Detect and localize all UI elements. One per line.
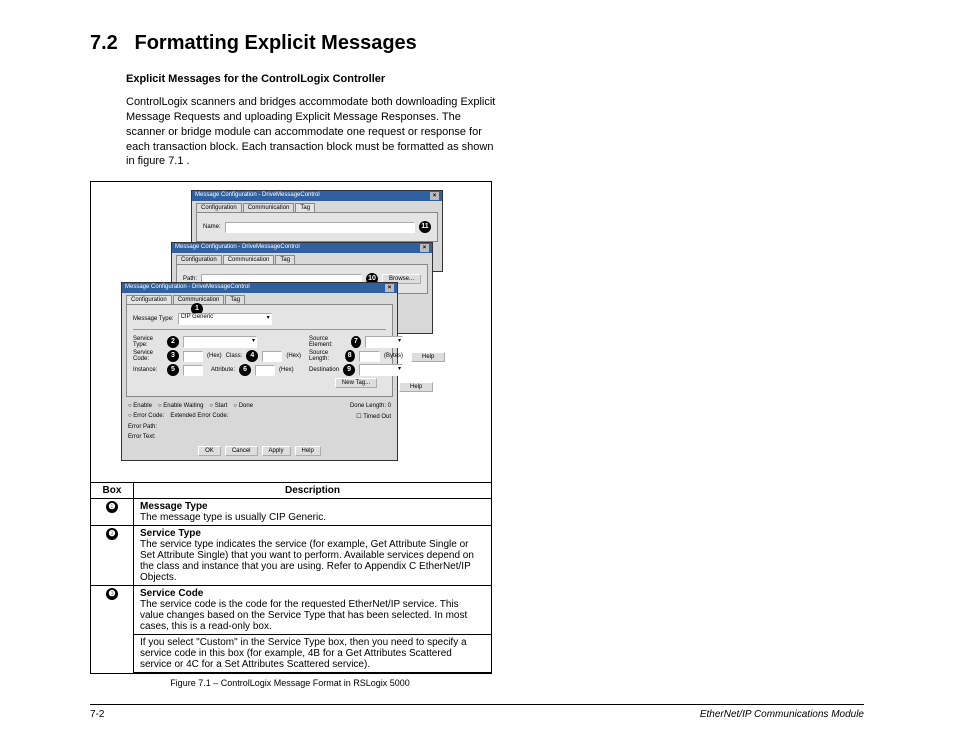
new-tag-button[interactable]: New Tag... [335, 378, 377, 388]
status-ext-error-code: Extended Error Code: [170, 413, 228, 420]
document-title: EtherNet/IP Communications Module [700, 709, 864, 720]
callout-7: 7 [351, 336, 361, 348]
service-code-label: Service Code: [133, 350, 163, 362]
hex-label2: (Hex) [286, 353, 301, 359]
source-length-input[interactable] [359, 351, 380, 362]
callout-4: 4 [246, 350, 258, 362]
destination-dropdown[interactable] [359, 364, 403, 376]
callout-5: 5 [167, 364, 179, 376]
close-icon[interactable]: × [430, 192, 439, 200]
help-button-side-1[interactable]: Help [411, 352, 445, 362]
dialog-titlebar: Message Configuration - DriveMessageCont… [172, 243, 432, 253]
page-number: 7-2 [90, 709, 104, 720]
section-title-text: Formatting Explicit Messages [134, 32, 416, 54]
close-icon[interactable]: × [420, 244, 429, 252]
class-input[interactable] [262, 351, 282, 362]
status-done: Done [239, 403, 253, 409]
status-error-text: Error Text: [128, 434, 156, 440]
dialog-configuration: Message Configuration - DriveMessageCont… [121, 282, 398, 461]
row-num-3: ❸ [106, 588, 118, 600]
close-icon[interactable]: × [385, 284, 394, 292]
dialog-titlebar: Message Configuration - DriveMessageCont… [192, 191, 442, 201]
class-label: Class: [226, 353, 243, 359]
instance-input[interactable] [183, 365, 203, 376]
section-number: 7.2 [90, 32, 118, 54]
destination-label: Destination [309, 367, 339, 373]
apply-button[interactable]: Apply [262, 446, 291, 456]
tab-communication[interactable]: Communication [223, 255, 275, 264]
source-element-dropdown[interactable] [365, 336, 403, 348]
figure-caption: Figure 7.1 – ControlLogix Message Format… [90, 678, 490, 688]
status-enable-waiting: Enable Waiting [163, 403, 203, 409]
attribute-label: Attribute: [211, 367, 235, 373]
message-type-label: Message Type: [133, 316, 174, 322]
row-body-1: The message type is usually CIP Generic. [140, 512, 485, 523]
ok-button[interactable]: OK [198, 446, 221, 456]
description-table: Box Description ❶ Message Type The messa… [91, 482, 491, 673]
row-title-2: Service Type [140, 528, 485, 539]
help-button-side-2[interactable]: Help [399, 382, 433, 392]
tab-configuration[interactable]: Configuration [176, 255, 222, 264]
help-button[interactable]: Help [295, 446, 321, 456]
row-num-2: ❷ [106, 528, 118, 540]
intro-paragraph: ControlLogix scanners and bridges accomm… [126, 95, 496, 169]
service-type-dropdown[interactable] [183, 336, 257, 348]
status-error-code: Error Code: [133, 413, 164, 419]
service-code-input[interactable] [183, 351, 203, 362]
table-header-desc: Description [134, 483, 492, 499]
callout-2: 2 [167, 336, 179, 348]
source-length-label: Source Length: [309, 350, 341, 362]
status-start: Start [215, 403, 228, 409]
row-body-3b: If you select "Custom" in the Service Ty… [134, 635, 492, 673]
message-type-dropdown[interactable]: CIP Generic [178, 313, 272, 325]
callout-9: 9 [343, 364, 355, 376]
status-done-length: Done Length: 0 [350, 403, 391, 409]
name-input[interactable] [225, 222, 415, 233]
callout-6: 6 [239, 364, 251, 376]
dialog-titlebar: Message Configuration - DriveMessageCont… [122, 283, 397, 293]
status-enable: Enable [133, 403, 152, 409]
row-body-2: The service type indicates the service (… [140, 539, 485, 583]
tab-tag[interactable]: Tag [225, 295, 245, 304]
tab-communication[interactable]: Communication [243, 203, 295, 212]
callout-8: 8 [345, 350, 355, 362]
row-body-3a: The service code is the code for the req… [140, 599, 485, 632]
section-subtitle: Explicit Messages for the ControlLogix C… [126, 73, 864, 85]
dialog-title: Message Configuration - DriveMessageCont… [195, 192, 320, 200]
figure-box: Message Configuration - DriveMessageCont… [90, 181, 492, 674]
bytes-label: (Bytes) [384, 353, 403, 359]
status-timed-out: Timed Out [363, 414, 391, 420]
name-label: Name: [203, 224, 221, 230]
dialog-title: Message Configuration - DriveMessageCont… [125, 284, 250, 292]
row-title-3: Service Code [140, 588, 485, 599]
attribute-input[interactable] [255, 365, 275, 376]
tab-tag[interactable]: Tag [275, 255, 295, 264]
callout-11: 11 [419, 221, 431, 233]
source-element-label: Source Element: [309, 336, 347, 348]
table-header-box: Box [91, 483, 134, 499]
page-footer: 7-2 EtherNet/IP Communications Module [90, 704, 864, 720]
dialog-title: Message Configuration - DriveMessageCont… [175, 244, 300, 252]
tab-configuration[interactable]: Configuration [126, 295, 172, 304]
row-num-1: ❶ [106, 501, 118, 513]
tab-tag[interactable]: Tag [295, 203, 315, 212]
section-heading: 7.2 Formatting Explicit Messages [90, 32, 864, 55]
tab-configuration[interactable]: Configuration [196, 203, 242, 212]
status-error-path: Error Path: [128, 424, 157, 430]
service-type-label: Service Type: [133, 336, 163, 348]
callout-3: 3 [167, 350, 179, 362]
hex-label: (Hex) [207, 353, 222, 359]
hex-label3: (Hex) [279, 367, 294, 373]
cancel-button[interactable]: Cancel [225, 446, 258, 456]
instance-label: Instance: [133, 367, 163, 373]
row-title-1: Message Type [140, 501, 485, 512]
dialog-mock-area: Message Configuration - DriveMessageCont… [91, 182, 491, 482]
